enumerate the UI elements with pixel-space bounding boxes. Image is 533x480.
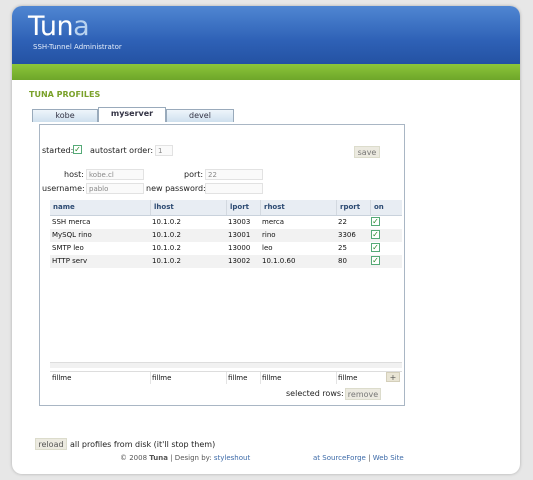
design-by-text: | Design by: — [170, 454, 212, 462]
footer-credits: © 2008 Tuna | Design by: styleshout — [120, 454, 250, 462]
profile-panel: started: ✓ autostart order: save host: p… — [39, 124, 405, 406]
cell-lport: 13002 — [228, 257, 251, 265]
horizontal-scrollbar[interactable] — [50, 362, 402, 368]
website-link[interactable]: Web Site — [373, 454, 404, 462]
footer-links: at SourceForge | Web Site — [313, 454, 404, 462]
row-on-checkbox[interactable]: ✓ — [371, 256, 380, 265]
cell-lhost: 10.1.0.2 — [152, 231, 181, 239]
cell-lhost: 10.1.0.2 — [152, 218, 181, 226]
footer-brand: Tuna — [149, 454, 168, 462]
reload-description: all profiles from disk (it'll stop them) — [70, 440, 216, 449]
host-label: host: — [64, 170, 84, 179]
app-logo: Tuna — [28, 11, 90, 42]
new-lhost-field[interactable]: fillme — [152, 372, 171, 384]
column-divider — [150, 372, 151, 384]
new-rhost-field[interactable]: fillme — [262, 372, 281, 384]
green-divider-bar — [12, 64, 520, 80]
cell-rport: 22 — [338, 218, 347, 226]
app-window: Tuna SSH-Tunnel Administrator TUNA PROFI… — [12, 6, 520, 474]
col-header-on[interactable]: on — [370, 200, 402, 215]
started-label: started: — [42, 146, 74, 155]
tab-myserver[interactable]: myserver — [98, 107, 166, 122]
cell-lhost: 10.1.0.2 — [152, 257, 181, 265]
copyright-text: © 2008 — [120, 454, 148, 462]
cell-rhost: leo — [262, 244, 273, 252]
col-header-lhost[interactable]: lhost — [150, 200, 226, 215]
add-row-button[interactable]: + — [386, 372, 400, 382]
table-row[interactable]: SSH merca 10.1.0.2 13003 merca 22 ✓ — [50, 216, 402, 229]
column-divider — [260, 372, 261, 384]
col-header-name[interactable]: name — [50, 200, 150, 215]
cell-lhost: 10.1.0.2 — [152, 244, 181, 252]
table-header: name lhost lport rhost rport on — [50, 200, 402, 216]
footer-separator: | — [368, 454, 371, 462]
styleshout-link[interactable]: styleshout — [214, 454, 250, 462]
cell-lport: 13003 — [228, 218, 251, 226]
table-row[interactable]: HTTP serv 10.1.0.2 13002 10.1.0.60 80 ✓ — [50, 255, 402, 268]
col-header-rport[interactable]: rport — [336, 200, 370, 215]
port-field[interactable] — [205, 169, 263, 180]
new-name-field[interactable]: fillme — [52, 372, 71, 384]
row-on-checkbox[interactable]: ✓ — [371, 217, 380, 226]
cell-lport: 13000 — [228, 244, 251, 252]
new-rport-field[interactable]: fillme — [338, 372, 357, 384]
cell-rhost: rino — [262, 231, 276, 239]
cell-name: MySQL rino — [52, 231, 92, 239]
logo-text: Tun — [28, 11, 74, 42]
section-title: TUNA PROFILES — [29, 90, 101, 99]
row-on-checkbox[interactable]: ✓ — [371, 243, 380, 252]
table-row[interactable]: MySQL rino 10.1.0.2 13001 rino 3306 ✓ — [50, 229, 402, 242]
started-checkbox[interactable]: ✓ — [73, 145, 82, 154]
column-divider — [336, 372, 337, 384]
table-row[interactable]: SMTP leo 10.1.0.2 13000 leo 25 ✓ — [50, 242, 402, 255]
username-label: username: — [42, 184, 85, 193]
new-password-field[interactable] — [205, 183, 263, 194]
remove-button[interactable]: remove — [345, 388, 381, 400]
header-banner: Tuna SSH-Tunnel Administrator — [12, 6, 520, 64]
new-lport-field[interactable]: fillme — [228, 372, 247, 384]
autostart-order-field[interactable] — [155, 145, 173, 156]
cell-rport: 25 — [338, 244, 347, 252]
app-tagline: SSH-Tunnel Administrator — [33, 43, 122, 51]
column-divider — [226, 372, 227, 384]
logo-accent-text: a — [73, 11, 90, 42]
tab-kobe[interactable]: kobe — [32, 109, 98, 122]
cell-rport: 3306 — [338, 231, 356, 239]
reload-button[interactable]: reload — [35, 438, 67, 450]
port-label: port: — [184, 170, 204, 179]
autostart-label: autostart order: — [90, 146, 154, 155]
username-field[interactable] — [86, 183, 144, 194]
cell-lport: 13001 — [228, 231, 251, 239]
cell-rhost: merca — [262, 218, 284, 226]
host-field[interactable] — [86, 169, 144, 180]
sourceforge-link[interactable]: at SourceForge — [313, 454, 366, 462]
cell-rhost: 10.1.0.60 — [262, 257, 296, 265]
cell-name: SSH merca — [52, 218, 91, 226]
new-row-editor: fillme fillme fillme fillme fillme — [50, 371, 402, 384]
selected-rows-label: selected rows: — [286, 389, 344, 398]
cell-name: SMTP leo — [52, 244, 84, 252]
save-button[interactable]: save — [354, 146, 380, 158]
row-on-checkbox[interactable]: ✓ — [371, 230, 380, 239]
tab-devel[interactable]: devel — [166, 109, 234, 122]
cell-name: HTTP serv — [52, 257, 88, 265]
col-header-rhost[interactable]: rhost — [260, 200, 336, 215]
new-password-label: new password: — [146, 184, 206, 193]
cell-rport: 80 — [338, 257, 347, 265]
col-header-lport[interactable]: lport — [226, 200, 260, 215]
